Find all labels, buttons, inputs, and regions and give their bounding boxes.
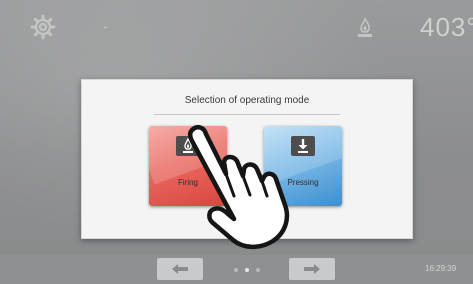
pressing-mode-button[interactable]: Pressing (264, 126, 342, 206)
top-status-bar: - 403° (0, 0, 473, 58)
divider (154, 114, 340, 115)
firing-mode-button[interactable]: Firing (149, 126, 227, 206)
bottom-nav-bar: 16:29:39 (0, 255, 473, 284)
pressing-mode-label: Pressing (287, 178, 319, 187)
firing-mode-icon (358, 17, 372, 37)
gear-icon[interactable] (30, 14, 56, 40)
dialog-title: Selection of operating mode (184, 95, 310, 106)
operating-mode-dialog: Selection of operating mode Firing Press… (81, 79, 413, 239)
page-dot (256, 268, 260, 272)
firing-mode-label: Firing (177, 178, 198, 187)
page-dot (245, 268, 249, 272)
page-indicator (222, 268, 272, 274)
next-page-button[interactable] (289, 258, 335, 280)
arrow-left-icon (172, 264, 188, 274)
pressing-mode-icon (291, 136, 315, 156)
arrow-right-icon (304, 264, 320, 274)
previous-page-button[interactable] (157, 258, 203, 280)
status-dash: - (103, 18, 108, 34)
firing-mode-icon (176, 136, 200, 156)
clock: 16:29:39 (425, 264, 457, 273)
temperature-readout: 403° (420, 12, 473, 42)
furnace-screen: - 403° Selection of operating mode Firin… (0, 0, 473, 284)
page-dot (234, 268, 238, 272)
